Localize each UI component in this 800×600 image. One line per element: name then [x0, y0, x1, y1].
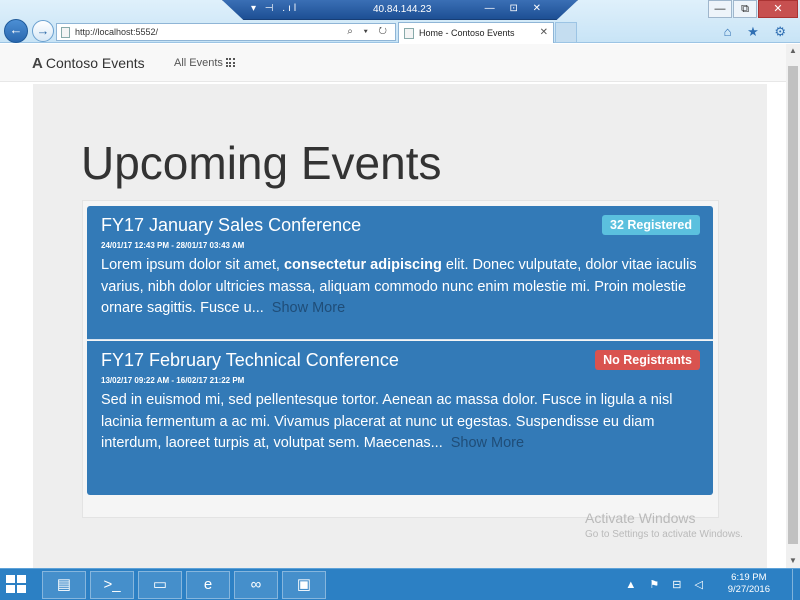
brand-logo-icon: A [32, 55, 43, 72]
event-description: Sed in euismod mi, sed pellentesque tort… [101, 390, 701, 455]
powershell-icon[interactable]: >_ [90, 571, 134, 599]
all-events-link[interactable]: All Events [174, 57, 235, 69]
show-desktop-button[interactable] [792, 569, 800, 600]
new-tab-button[interactable] [555, 22, 577, 43]
window-controls: — ⧉ ✕ [707, 0, 798, 18]
event-item[interactable]: FY17 January Sales Conference 32 Registe… [87, 206, 713, 340]
event-title[interactable]: FY17 January Sales Conference [101, 215, 361, 236]
browser-tools-icons[interactable]: ⌂ ★ ⚙ [724, 24, 792, 40]
scroll-up-icon[interactable]: ▲ [786, 44, 800, 58]
remote-bar-controls[interactable]: — ⊡ ✕ [485, 3, 547, 14]
scroll-down-icon[interactable]: ▼ [786, 554, 800, 568]
address-controls[interactable]: ⌕ ▾ ↻ [347, 24, 391, 40]
event-desc-text: Lorem ipsum dolor sit amet, [101, 257, 284, 273]
tab-favicon-icon [404, 28, 414, 39]
remote-bar-ip: 40.84.144.23 [373, 4, 432, 15]
site-navbar: A Contoso Events All Events [0, 44, 786, 82]
brand-label: Contoso Events [45, 55, 145, 71]
event-description: Lorem ipsum dolor sit amet, consectetur … [101, 255, 701, 320]
clock-time: 6:19 PM [731, 572, 767, 583]
file-explorer-icon[interactable]: ▭ [138, 571, 182, 599]
windows-start-icon[interactable] [6, 575, 28, 595]
event-title[interactable]: FY17 February Technical Conference [101, 350, 399, 371]
back-button[interactable]: ← [4, 19, 28, 43]
forward-button[interactable]: → [32, 20, 54, 42]
brand-link[interactable]: A Contoso Events [32, 55, 145, 72]
event-dates: 24/01/17 12:43 PM - 28/01/17 03:43 AM [101, 241, 245, 250]
scroll-thumb[interactable] [788, 66, 798, 544]
all-events-label: All Events [174, 57, 223, 69]
activate-windows-watermark: Activate Windows Go to Settings to activ… [585, 510, 743, 540]
minimize-button[interactable]: — [708, 0, 732, 18]
server-manager-icon[interactable]: ▤ [42, 571, 86, 599]
clock-date: 9/27/2016 [727, 584, 770, 595]
close-button[interactable]: ✕ [758, 0, 798, 18]
show-more-link[interactable]: Show More [451, 435, 524, 451]
internet-explorer-icon[interactable]: e [186, 571, 230, 599]
taskbar: ▤ >_ ▭ e ∞ ▣ ▲ ⚑ ⊟ ◁ 6:19 PM 9/27/2016 [0, 568, 800, 600]
tab-title: Home - Contoso Events [419, 28, 515, 38]
watermark-subtitle: Go to Settings to activate Windows. [585, 529, 743, 540]
vertical-scrollbar[interactable]: ▲ ▼ [786, 44, 800, 568]
tab-close-icon[interactable]: ✕ [540, 23, 548, 43]
page-icon [61, 27, 70, 38]
system-clock[interactable]: 6:19 PM 9/27/2016 [728, 572, 770, 596]
restore-button[interactable]: ⧉ [733, 0, 757, 18]
grid-icon [225, 58, 235, 67]
remote-desktop-icon[interactable]: ▣ [282, 571, 326, 599]
remote-bar-icons[interactable]: ▾ ⊣ .ıl [251, 3, 299, 14]
remote-desktop-bar: ▾ ⊣ .ıl 40.84.144.23 — ⊡ ✕ [222, 0, 578, 20]
registration-badge: No Registrants [595, 350, 700, 370]
show-more-link[interactable]: Show More [272, 300, 345, 316]
tab-home[interactable]: Home - Contoso Events ✕ [398, 22, 554, 43]
registration-badge: 32 Registered [602, 215, 700, 235]
system-tray-icons[interactable]: ▲ ⚑ ⊟ ◁ [625, 578, 708, 591]
event-item[interactable]: FY17 February Technical Conference No Re… [87, 341, 713, 495]
visual-studio-icon[interactable]: ∞ [234, 571, 278, 599]
address-bar[interactable]: http://localhost:5552/ ⌕ ▾ ↻ [56, 23, 396, 41]
event-dates: 13/02/17 09:22 AM - 16/02/17 21:22 PM [101, 376, 245, 385]
event-desc-bold: consectetur adipiscing [283, 257, 442, 273]
address-url: http://localhost:5552/ [75, 27, 159, 37]
event-desc-text: Sed in euismod mi, sed pellentesque tort… [101, 392, 673, 451]
page-title: Upcoming Events [81, 137, 442, 189]
watermark-title: Activate Windows [585, 510, 696, 526]
